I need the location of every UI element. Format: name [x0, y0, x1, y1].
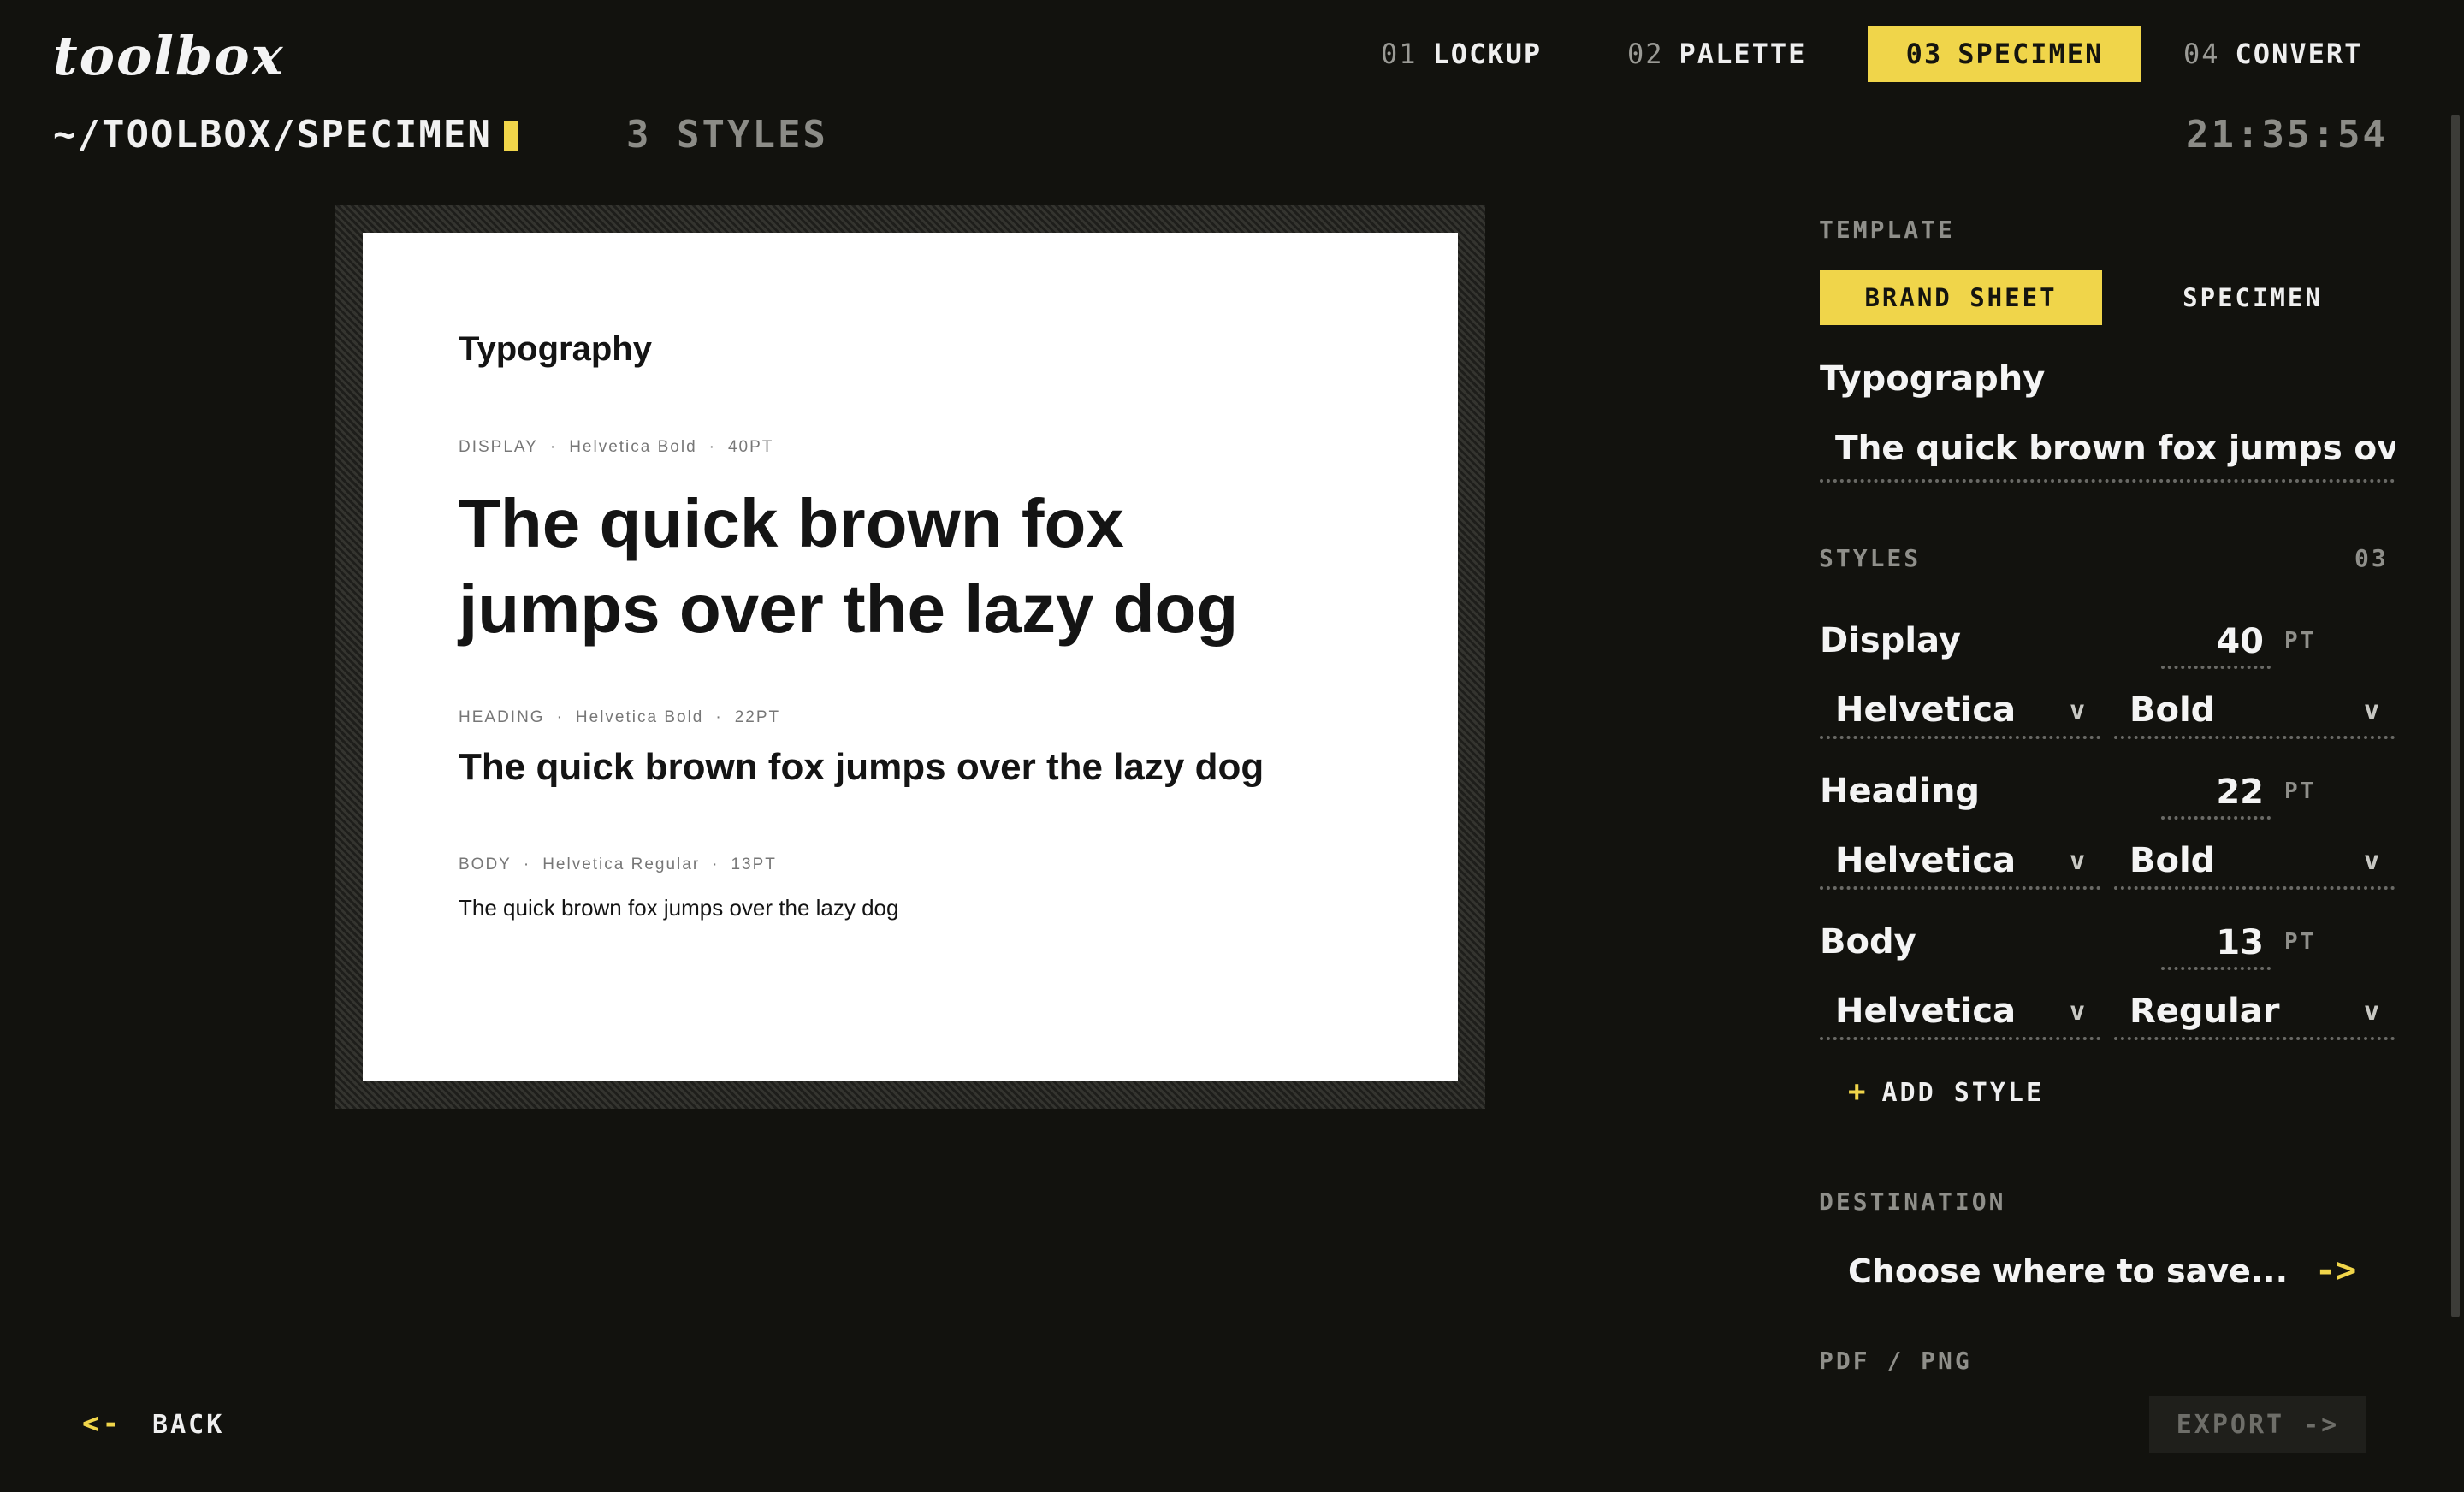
sheet-title: Typography — [459, 330, 652, 368]
size-unit: PT — [2284, 929, 2317, 955]
size-unit: PT — [2284, 628, 2317, 654]
select-value: Bold — [2129, 690, 2216, 730]
add-style-button[interactable]: + ADD STYLE — [1848, 1075, 2044, 1109]
meta-separator: · — [549, 438, 558, 456]
meta-size: 40PT — [727, 438, 774, 456]
size-unit: PT — [2284, 779, 2317, 804]
heading-sample: The quick brown fox jumps over the lazy … — [459, 746, 1265, 788]
select-value: Helvetica — [1835, 690, 2017, 730]
sample-text-input[interactable]: The quick brown fox jumps over — [1820, 423, 2395, 483]
title-field[interactable]: Typography — [1820, 359, 2045, 399]
back-label: BACK — [152, 1410, 225, 1440]
weight-select-heading[interactable]: Bold v — [2114, 835, 2395, 890]
tab-label: PALETTE — [1679, 38, 1807, 70]
tab-palette[interactable]: 02 PALETTE — [1600, 26, 1833, 82]
preview-sheet: Typography DISPLAY · Helvetica Bold · 40PT T… — [363, 233, 1458, 1081]
tab-number: 04 — [2183, 38, 2220, 70]
arrow-right-icon: -> — [2303, 1409, 2340, 1440]
select-value: Bold — [2129, 841, 2216, 880]
meta-separator: · — [708, 438, 716, 456]
scrollbar[interactable] — [2451, 115, 2460, 1317]
select-value: Regular — [2129, 992, 2280, 1031]
tab-convert[interactable]: 04 CONVERT — [2156, 26, 2390, 82]
export-button[interactable]: EXPORT -> — [2149, 1396, 2366, 1453]
weight-select-body[interactable]: Regular v — [2114, 986, 2395, 1040]
family-select-body[interactable]: Helvetica v — [1820, 986, 2100, 1040]
destination-label: DESTINATION — [1819, 1187, 2006, 1216]
arrow-right-icon[interactable]: -> — [2315, 1251, 2356, 1290]
chevron-down-icon: v — [2363, 996, 2379, 1027]
size-input-body[interactable]: 13 — [2161, 919, 2271, 970]
chevron-down-icon: v — [2069, 996, 2085, 1027]
chevron-down-icon: v — [2363, 845, 2379, 876]
chevron-down-icon: v — [2069, 845, 2085, 876]
style-count: 3 STYLES — [626, 113, 828, 157]
display-meta: DISPLAY · Helvetica Bold · 40PT — [459, 438, 773, 457]
body-sample: The quick brown fox jumps over the lazy … — [459, 895, 899, 921]
styles-label: STYLES — [1819, 544, 1922, 572]
tab-lockup[interactable]: 01 LOCKUP — [1353, 26, 1569, 82]
chevron-down-icon: v — [2363, 695, 2379, 725]
back-button[interactable]: <- BACK — [82, 1406, 224, 1441]
meta-tag: DISPLAY — [459, 438, 538, 456]
style-name-display[interactable]: Display — [1820, 621, 1961, 660]
export-label: EXPORT — [2176, 1409, 2285, 1440]
breadcrumb-path: ~/TOOLBOX/SPECIMEN — [53, 113, 492, 157]
size-input-heading[interactable]: 22 — [2161, 768, 2271, 820]
meta-separator: · — [523, 856, 531, 873]
plus-icon: + — [1848, 1075, 1869, 1109]
meta-size: 22PT — [734, 708, 781, 726]
weight-select-display[interactable]: Bold v — [2114, 684, 2395, 739]
select-value: Helvetica — [1835, 992, 2017, 1031]
family-select-heading[interactable]: Helvetica v — [1820, 835, 2100, 890]
tab-number: 03 — [1905, 38, 1943, 70]
add-style-label: ADD STYLE — [1881, 1078, 2045, 1108]
cursor-indicator — [503, 121, 518, 151]
meta-tag: BODY — [459, 856, 512, 873]
meta-size: 13PT — [731, 856, 777, 873]
tab-label: CONVERT — [2235, 38, 2363, 70]
meta-font: Helvetica Bold — [575, 708, 704, 726]
select-value: Helvetica — [1835, 841, 2017, 880]
template-label: TEMPLATE — [1819, 216, 1955, 244]
destination-picker[interactable]: Choose where to save... — [1848, 1252, 2288, 1290]
style-name-heading[interactable]: Heading — [1820, 772, 1980, 811]
tab-label: SPECIMEN — [1958, 38, 2104, 70]
meta-separator: · — [715, 708, 723, 726]
breadcrumb: ~/TOOLBOX/SPECIMEN — [53, 111, 518, 159]
heading-meta: HEADING · Helvetica Bold · 22PT — [459, 708, 780, 727]
meta-separator: · — [556, 708, 564, 726]
style-name-body[interactable]: Body — [1820, 922, 1916, 962]
chevron-down-icon: v — [2069, 695, 2085, 725]
styles-count: 03 — [2354, 544, 2389, 572]
tab-specimen[interactable]: 03 SPECIMEN — [1868, 26, 2141, 82]
meta-font: Helvetica Bold — [569, 438, 697, 456]
meta-tag: HEADING — [459, 708, 545, 726]
clock: 21:35:54 — [2186, 113, 2388, 157]
tab-number: 01 — [1381, 38, 1418, 70]
arrow-left-icon: <- — [82, 1406, 122, 1441]
body-meta: BODY · Helvetica Regular · 13PT — [459, 856, 777, 874]
app-logo: toolbox — [53, 25, 285, 87]
tab-number: 02 — [1627, 38, 1664, 70]
display-sample: The quick brown fox jumps over the lazy … — [459, 485, 1239, 647]
meta-separator: · — [712, 856, 720, 873]
format-label: PDF / PNG — [1819, 1347, 1972, 1375]
size-input-display[interactable]: 40 — [2161, 618, 2271, 669]
meta-font: Helvetica Regular — [542, 856, 701, 873]
template-brand-sheet-button[interactable]: BRAND SHEET — [1820, 270, 2102, 325]
template-specimen-button[interactable]: SPECIMEN — [2112, 270, 2394, 325]
family-select-display[interactable]: Helvetica v — [1820, 684, 2100, 739]
tab-label: LOCKUP — [1432, 38, 1543, 70]
